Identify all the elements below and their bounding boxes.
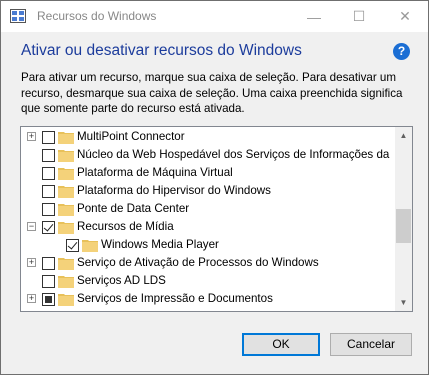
feature-label: Windows Media Player xyxy=(101,238,219,251)
feature-checkbox[interactable] xyxy=(42,185,55,198)
windows-features-icon xyxy=(10,9,26,23)
folder-icon xyxy=(58,276,74,288)
feature-row[interactable]: + Serviços de Impressão e Documentos xyxy=(21,290,395,308)
feature-row[interactable]: Serviços AD LDS xyxy=(21,272,395,290)
instructions-line: que somente parte do recurso está ativad… xyxy=(21,102,245,115)
close-button[interactable]: ✕ xyxy=(382,1,428,32)
maximize-button[interactable]: ☐ xyxy=(336,1,382,32)
folder-icon xyxy=(58,204,74,216)
feature-label: Plataforma de Máquina Virtual xyxy=(77,166,233,179)
ok-button[interactable]: OK xyxy=(242,333,320,356)
feature-label: Serviços AD LDS xyxy=(77,274,166,287)
help-icon[interactable]: ? xyxy=(393,43,410,60)
folder-icon xyxy=(58,186,74,198)
feature-checkbox[interactable] xyxy=(66,239,79,252)
cancel-button[interactable]: Cancelar xyxy=(330,333,412,356)
expand-icon[interactable]: + xyxy=(27,132,36,141)
feature-row[interactable]: Plataforma do Hipervisor do Windows xyxy=(21,182,395,200)
feature-checkbox[interactable] xyxy=(42,221,55,234)
instructions-line: Para ativar um recurso, marque sua caixa… xyxy=(21,71,397,84)
minimize-button[interactable]: — xyxy=(291,1,337,32)
feature-row[interactable]: + Serviço de Ativação de Processos do Win… xyxy=(21,254,395,272)
feature-label: Ponte de Data Center xyxy=(77,202,190,215)
feature-label: Serviços de Impressão e Documentos xyxy=(77,292,273,305)
folder-icon xyxy=(58,132,74,144)
instructions-line: recurso, desmarque sua caixa de seleção.… xyxy=(21,86,403,100)
feature-checkbox[interactable] xyxy=(42,131,55,144)
folder-icon xyxy=(58,258,74,270)
feature-checkbox[interactable] xyxy=(42,257,55,270)
vertical-scrollbar[interactable]: ▲ ▼ xyxy=(395,127,412,311)
feature-checkbox[interactable] xyxy=(42,293,55,306)
feature-label: MultiPoint Connector xyxy=(77,130,185,143)
expand-icon[interactable]: + xyxy=(27,294,36,303)
scroll-up-icon[interactable]: ▲ xyxy=(395,127,412,144)
folder-icon xyxy=(58,294,74,306)
collapse-icon[interactable]: − xyxy=(27,222,36,231)
feature-checkbox[interactable] xyxy=(42,167,55,180)
feature-row[interactable]: Ponte de Data Center xyxy=(21,200,395,218)
feature-label: Serviço de Ativação de Processos do Wind… xyxy=(77,256,319,269)
folder-icon xyxy=(82,240,98,252)
windows-features-dialog: Recursos do Windows — ☐ ✕ Ativar ou desa… xyxy=(0,0,429,375)
folder-icon xyxy=(58,222,74,234)
feature-checkbox[interactable] xyxy=(42,275,55,288)
folder-icon xyxy=(58,168,74,180)
scrollbar-thumb[interactable] xyxy=(396,209,411,243)
instructions-text: Para ativar um recurso, marque sua caixa… xyxy=(21,70,416,117)
expand-icon[interactable]: + xyxy=(27,258,36,267)
page-title: Ativar ou desativar recursos do Windows xyxy=(21,42,302,59)
feature-row[interactable]: Windows Media Player xyxy=(21,236,395,254)
window-title: Recursos do Windows xyxy=(37,9,157,23)
feature-row[interactable]: + MultiPoint Connector xyxy=(21,128,395,146)
feature-checkbox[interactable] xyxy=(42,149,55,162)
feature-label: Núcleo da Web Hospedável dos Serviços de… xyxy=(77,148,390,161)
feature-row[interactable]: Núcleo da Web Hospedável dos Serviços de… xyxy=(21,146,395,164)
feature-row[interactable]: Plataforma de Máquina Virtual xyxy=(21,164,395,182)
features-tree-rows: + MultiPoint Connector Núcleo da Web Hospe… xyxy=(21,127,395,311)
features-tree[interactable]: + MultiPoint Connector Núcleo da Web Hospe… xyxy=(20,126,413,312)
feature-label: Recursos de Mídia xyxy=(77,220,174,233)
scroll-down-icon[interactable]: ▼ xyxy=(395,294,412,311)
title-bar[interactable]: Recursos do Windows — ☐ ✕ xyxy=(1,1,428,32)
feature-label: Plataforma do Hipervisor do Windows xyxy=(77,184,271,197)
feature-checkbox[interactable] xyxy=(42,203,55,216)
feature-row[interactable]: − Recursos de Mídia xyxy=(21,218,395,236)
folder-icon xyxy=(58,150,74,162)
